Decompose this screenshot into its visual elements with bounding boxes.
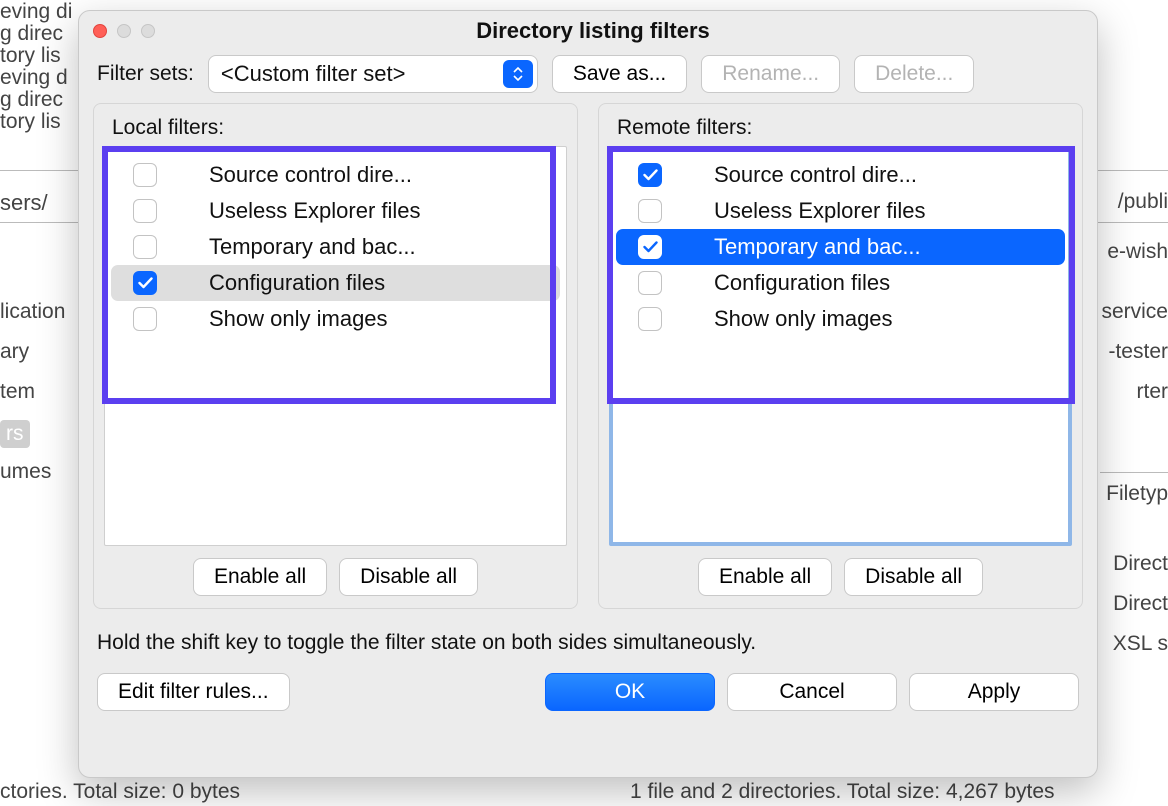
checkbox[interactable] [638,163,662,187]
local-disable-all-button[interactable]: Disable all [339,558,478,596]
save-as-button[interactable]: Save as... [552,55,687,93]
filter-item[interactable]: Configuration files [111,265,560,301]
filter-item[interactable]: Configuration files [616,265,1065,301]
filter-set-dropdown[interactable]: <Custom filter set> [208,55,538,93]
filter-item-label: Temporary and bac... [175,234,416,260]
filter-item-label: Configuration files [680,270,890,296]
local-enable-all-button[interactable]: Enable all [193,558,327,596]
filter-item[interactable]: Show only images [616,301,1065,337]
local-filters-title: Local filters: [104,112,567,146]
apply-button[interactable]: Apply [909,673,1079,711]
rename-button: Rename... [701,55,840,93]
remote-filters-title: Remote filters: [609,112,1072,146]
filter-item[interactable]: Temporary and bac... [616,229,1065,265]
dialog-title: Directory listing filters [103,18,1083,44]
remote-enable-all-button[interactable]: Enable all [698,558,832,596]
filter-item-label: Show only images [680,306,893,332]
filter-item-label: Configuration files [175,270,385,296]
filter-item[interactable]: Useless Explorer files [111,193,560,229]
edit-filter-rules-button[interactable]: Edit filter rules... [97,673,290,711]
local-filters-list[interactable]: Source control dire... Useless Explorer f… [104,146,567,546]
ok-button[interactable]: OK [545,673,715,711]
checkbox[interactable] [133,271,157,295]
filter-item-label: Source control dire... [175,162,412,188]
checkbox[interactable] [133,235,157,259]
checkbox[interactable] [638,271,662,295]
hint-text: Hold the shift key to toggle the filter … [79,609,1097,665]
titlebar: Directory listing filters [79,11,1097,51]
filter-item-label: Useless Explorer files [680,198,926,224]
filter-sets-label: Filter sets: [97,62,194,86]
filter-item[interactable]: Temporary and bac... [111,229,560,265]
filter-set-value: <Custom filter set> [221,61,406,87]
filter-item[interactable]: Source control dire... [111,157,560,193]
checkbox[interactable] [638,199,662,223]
filter-item-label: Temporary and bac... [680,234,921,260]
checkbox[interactable] [638,235,662,259]
filter-item[interactable]: Show only images [111,301,560,337]
filter-item-label: Useless Explorer files [175,198,421,224]
remote-filters-panel: Remote filters: Source control dire... Us… [598,103,1083,609]
checkbox[interactable] [638,307,662,331]
checkbox[interactable] [133,307,157,331]
delete-button: Delete... [854,55,974,93]
filter-item[interactable]: Source control dire... [616,157,1065,193]
filter-item-label: Show only images [175,306,388,332]
checkbox[interactable] [133,163,157,187]
checkbox[interactable] [133,199,157,223]
remote-disable-all-button[interactable]: Disable all [844,558,983,596]
cancel-button[interactable]: Cancel [727,673,897,711]
directory-filters-dialog: Directory listing filters Filter sets: <… [78,10,1098,778]
filter-item[interactable]: Useless Explorer files [616,193,1065,229]
chevron-updown-icon [503,60,533,88]
filter-item-label: Source control dire... [680,162,917,188]
remote-filters-list[interactable]: Source control dire... Useless Explorer f… [609,146,1072,546]
local-filters-panel: Local filters: Source control dire... Use… [93,103,578,609]
